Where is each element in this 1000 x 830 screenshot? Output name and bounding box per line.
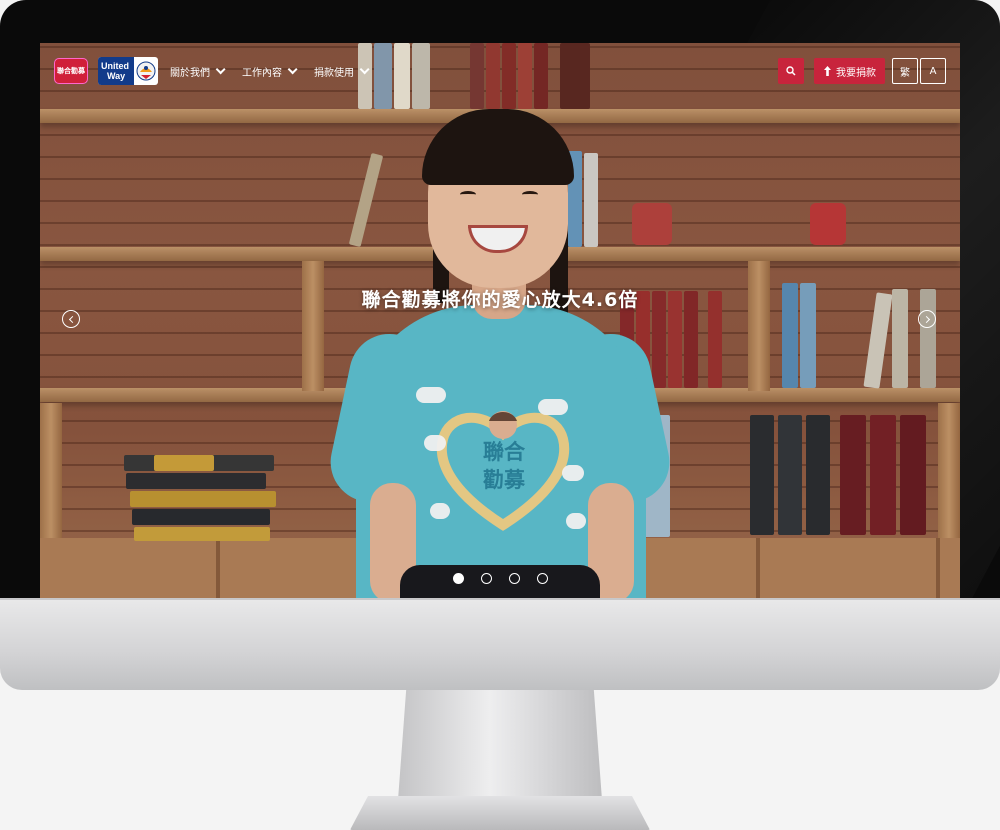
chevron-left-icon [68,315,76,323]
website-screen: 聯合 勸募 聯合勸募 United Way 關於我們 工作內容 捐款使用 我要捐… [40,43,960,598]
nav-label: 關於我們 [170,67,210,79]
carousel-next-button[interactable] [918,310,936,328]
chevron-right-icon [922,315,930,323]
carousel-indicators [40,573,960,584]
united-way-hand-icon [134,57,158,85]
carousel-dot-4[interactable] [536,573,548,584]
monitor-stand [398,690,602,800]
donate-button[interactable]: 我要捐款 [814,58,885,84]
chevron-down-icon [215,63,226,74]
chevron-down-icon [287,63,298,74]
language-label: 繁 [900,67,910,79]
font-size-button[interactable]: A [920,58,946,84]
nav-label: 工作內容 [242,67,282,79]
hero-title: 聯合勸募將你的愛心放大4.6倍 [361,289,639,311]
united-way-wordmark: United Way [98,57,134,85]
nav-work[interactable]: 工作內容 [242,63,298,79]
united-way-taiwan-logo[interactable]: 聯合勸募 [54,58,88,84]
search-icon [786,66,796,76]
carousel-dot-1[interactable] [452,573,464,584]
hero-overlay [40,43,960,598]
site-header: 聯合勸募 United Way 關於我們 工作內容 捐款使用 我要捐款 繁 A [40,43,960,99]
donate-hand-icon [824,66,831,76]
language-toggle-button[interactable]: 繁 [892,58,918,84]
monitor-stand-base [350,796,650,830]
monitor-chin [0,598,1000,690]
carousel-dot-2[interactable] [480,573,492,584]
nav-label: 捐款使用 [314,67,354,79]
carousel-dot-3[interactable] [508,573,520,584]
united-way-logo[interactable]: United Way [98,57,158,85]
main-nav: 關於我們 工作內容 捐款使用 [170,63,386,79]
carousel-prev-button[interactable] [62,310,80,328]
chevron-down-icon [359,63,370,74]
font-size-label: A [929,65,937,77]
nav-donation-usage[interactable]: 捐款使用 [314,63,370,79]
header-actions: 我要捐款 繁 A [778,58,946,84]
logo-text: 聯合勸募 [57,67,85,75]
nav-about-us[interactable]: 關於我們 [170,63,226,79]
search-button[interactable] [778,58,804,84]
donate-label: 我要捐款 [836,67,876,79]
